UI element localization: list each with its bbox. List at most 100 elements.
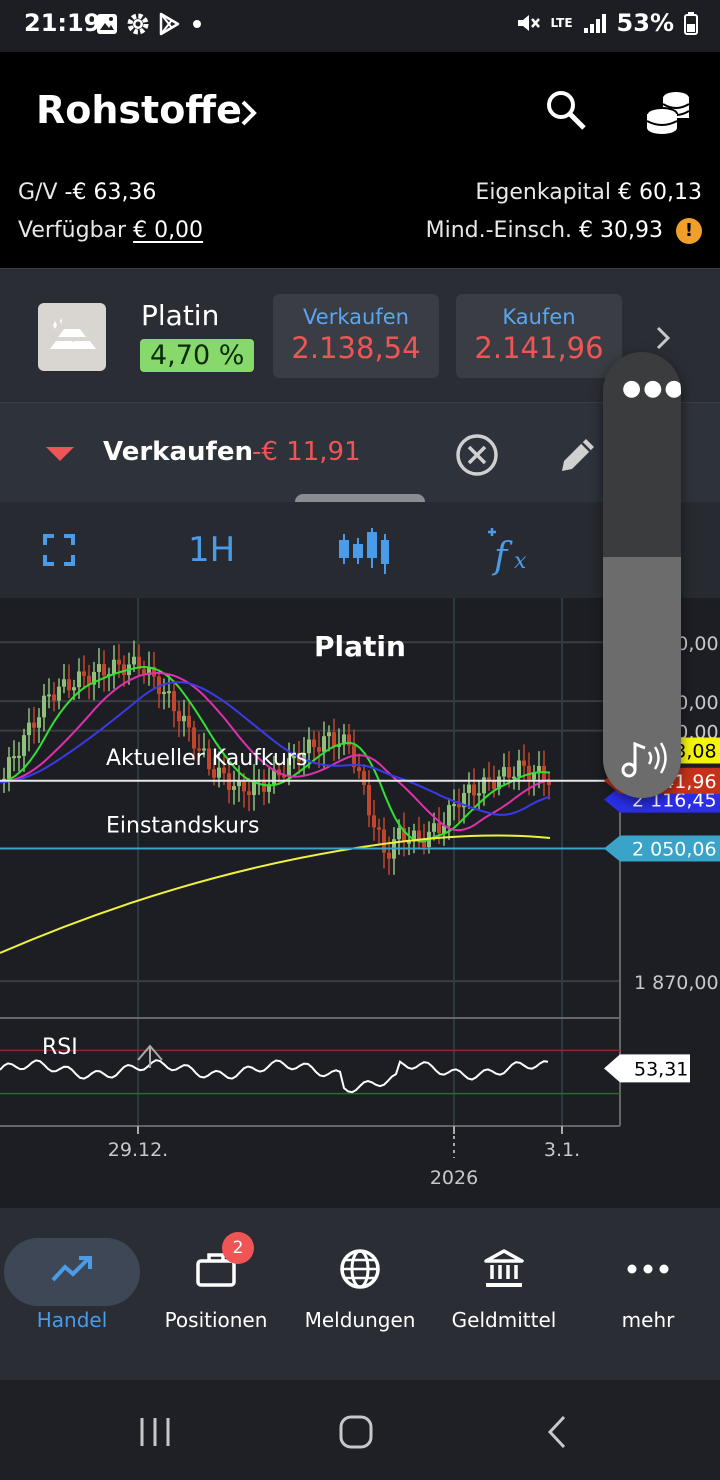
chevron-right-icon[interactable] (652, 323, 674, 353)
candle-body (32, 722, 36, 728)
candlestick-type-icon[interactable] (336, 526, 390, 576)
candle-body (307, 739, 311, 754)
more-options-icon[interactable]: ●●● (622, 376, 681, 401)
candle-body (67, 679, 71, 691)
candle-body (322, 736, 326, 752)
buy-button[interactable]: Kaufen 2.141,96 (456, 294, 622, 378)
warning-icon[interactable]: ! (676, 218, 702, 244)
equity-label: Eigenkapital (475, 180, 612, 205)
pnl-value: -€ 63,36 (64, 180, 157, 205)
nav-label: Positionen (164, 1308, 268, 1332)
home-icon[interactable] (338, 1414, 374, 1450)
candle-body (7, 757, 11, 779)
price-line-label: Aktueller Kaufkurs (106, 746, 307, 771)
rsi-value: 53,31 (634, 1058, 688, 1080)
instrument-change-badge: 4,70 % (140, 339, 255, 372)
candle-body (167, 691, 171, 694)
equity-summary: Eigenkapital € 60,13 (475, 180, 702, 205)
more-horizontal-icon (627, 1264, 669, 1274)
x-tick-label: 3.1. (544, 1139, 580, 1161)
candle-body (327, 732, 331, 737)
candle-body (172, 691, 176, 712)
globe-icon (340, 1249, 380, 1289)
candle-body (102, 664, 106, 676)
candle-body (187, 715, 191, 728)
candle-body (77, 671, 81, 688)
search-icon[interactable] (544, 88, 588, 132)
recent-apps-icon[interactable] (138, 1416, 172, 1448)
candle-body (232, 786, 236, 790)
candle-body (72, 687, 76, 691)
nav-label: Meldungen (304, 1308, 416, 1332)
candle-body (42, 695, 46, 718)
nav-meldungen[interactable]: Meldungen (288, 1238, 432, 1332)
system-navigation (0, 1380, 720, 1480)
play-store-icon (159, 12, 180, 36)
nav-geldmittel[interactable]: Geldmittel (432, 1238, 576, 1332)
candle-body (377, 827, 381, 830)
nav-mehr[interactable]: mehr (576, 1238, 720, 1332)
available-label: Verfügbar (18, 218, 127, 243)
price-line-label: Einstandskurs (106, 813, 259, 838)
candle-body (182, 715, 186, 722)
trending-up-icon (51, 1256, 92, 1282)
pnl-summary: G/V -€ 63,36 (18, 180, 156, 205)
ma-line-yellow (0, 834, 551, 954)
candle-body (317, 747, 321, 752)
chart-title: Platin (314, 630, 406, 663)
coins-icon[interactable] (644, 88, 692, 136)
candle-body (52, 694, 56, 701)
settings-gear-icon (127, 13, 149, 35)
buy-price: 2.141,96 (474, 331, 604, 365)
margin-value: € 30,93 (579, 218, 663, 243)
candle-body (537, 765, 541, 773)
candle-body (407, 841, 411, 844)
dot-icon (193, 20, 201, 28)
fullscreen-icon[interactable] (42, 533, 76, 567)
timeframe-selector[interactable]: 1H (188, 530, 235, 570)
margin-summary: Mind.-Einsch. € 30,93 ! (426, 218, 702, 244)
rsi-label: RSI (42, 1035, 78, 1060)
candle-body (387, 852, 391, 859)
candle-body (117, 659, 121, 665)
candle-body (507, 767, 511, 778)
status-notification-icons (96, 12, 202, 36)
order-pnl: -€ 11,91 (252, 437, 361, 467)
close-circle-icon[interactable] (455, 433, 499, 477)
nav-label: Geldmittel (451, 1308, 557, 1332)
candle-body (417, 830, 421, 840)
candle-body (472, 784, 476, 796)
music-volume-icon[interactable] (619, 738, 669, 778)
candle-body (97, 664, 101, 672)
candle-body (362, 771, 366, 786)
nav-positionen[interactable]: 2 Positionen (144, 1232, 288, 1332)
available-value[interactable]: € 0,00 (133, 218, 203, 243)
candle-body (522, 760, 526, 766)
x-tick-label: 29.12. (108, 1139, 168, 1161)
y-tick-label: 1 870,00 (634, 972, 719, 994)
pnl-label: G/V (18, 180, 58, 205)
svg-text:f: f (491, 536, 513, 577)
candle-body (502, 767, 506, 777)
candle-body (367, 785, 371, 816)
nav-handel[interactable]: Handel (0, 1238, 144, 1332)
gallery-icon (97, 14, 117, 34)
indicator-fx-icon[interactable]: f x (484, 524, 538, 578)
account-header: Rohstoffe G/V -€ 63,36 Verfügbar € 0,00 … (0, 52, 720, 268)
pencil-edit-icon[interactable] (556, 433, 600, 477)
back-icon[interactable] (544, 1414, 570, 1450)
status-time: 21:19 (24, 9, 101, 37)
candle-body (357, 767, 361, 772)
page-title[interactable]: Rohstoffe (36, 88, 242, 132)
candle-body (22, 735, 26, 756)
candle-body (112, 659, 116, 675)
volume-panel[interactable]: ●●● (603, 352, 681, 798)
battery-percent: 53% (616, 9, 674, 37)
candle-body (372, 815, 376, 828)
candle-body (162, 691, 166, 695)
svg-text:x: x (514, 549, 527, 574)
candle-body (57, 686, 61, 701)
sell-button[interactable]: Verkaufen 2.138,54 (273, 294, 439, 378)
network-type: LTE (550, 16, 573, 30)
chevron-right-icon[interactable] (238, 98, 260, 128)
